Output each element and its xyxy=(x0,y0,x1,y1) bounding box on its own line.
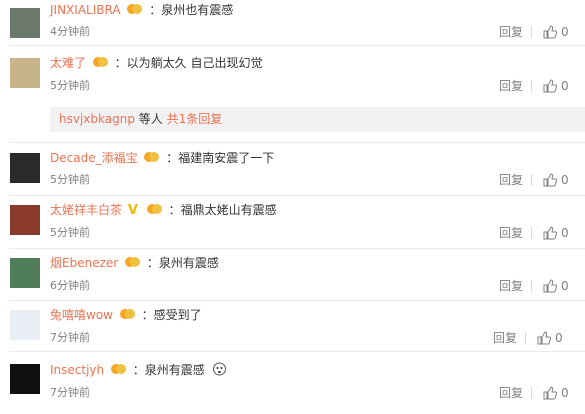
divider xyxy=(10,300,585,301)
thumbs-up-icon[interactable] xyxy=(543,226,557,240)
avatar[interactable] xyxy=(10,258,40,288)
emoji-icon xyxy=(144,152,160,162)
username-link[interactable]: Insectjyh xyxy=(50,363,104,377)
like-count: 0 xyxy=(561,226,569,240)
username-link[interactable]: 太姥祥丰白茶 xyxy=(50,203,122,217)
thumbs-up-icon[interactable] xyxy=(543,25,557,39)
reply-button[interactable]: 回复 xyxy=(499,279,523,293)
divider xyxy=(10,45,585,46)
thumbs-up-icon[interactable] xyxy=(543,173,557,187)
thumbs-up-icon[interactable] xyxy=(543,279,557,293)
sub-reply-box: hsvjxbkagnp 等人 共1条回复 xyxy=(50,107,585,132)
thumbs-up-icon[interactable] xyxy=(543,386,557,400)
comment-text: ：福鼎太姥山有震感 xyxy=(168,203,277,217)
separator xyxy=(525,332,526,344)
separator xyxy=(531,280,532,292)
comment-text: ：泉州有震感 xyxy=(146,256,219,270)
separator xyxy=(531,26,532,38)
divider xyxy=(10,195,585,196)
emoji-icon xyxy=(92,57,108,67)
comment-text: ：福建南安震了一下 xyxy=(166,151,275,165)
comment-text: ：以为躺太久 自己出现幻觉 xyxy=(114,56,263,70)
like-count: 0 xyxy=(561,279,569,293)
username-link[interactable]: 烟Ebenezer xyxy=(50,256,118,270)
reply-button[interactable]: 回复 xyxy=(493,331,517,345)
divider xyxy=(10,248,585,249)
comment-time: 5分钟前 xyxy=(50,226,90,239)
sub-reply-user[interactable]: hsvjxbkagnp xyxy=(59,112,135,126)
reply-button[interactable]: 回复 xyxy=(499,79,523,93)
separator xyxy=(531,80,532,92)
comment-text: ：感受到了 xyxy=(141,308,202,322)
reply-button[interactable]: 回复 xyxy=(499,25,523,39)
like-count: 0 xyxy=(555,331,563,345)
emoji-icon xyxy=(146,204,162,214)
avatar[interactable] xyxy=(10,205,40,235)
sub-reply-link[interactable]: 共1条回复 xyxy=(167,112,223,126)
comment-time: 4分钟前 xyxy=(50,25,90,38)
shocked-face-icon xyxy=(212,362,226,376)
avatar[interactable] xyxy=(10,153,40,183)
like-count: 0 xyxy=(561,386,569,400)
comment-time: 7分钟前 xyxy=(50,331,90,344)
like-count: 0 xyxy=(561,79,569,93)
username-link[interactable]: JINXIALIBRA xyxy=(50,3,121,17)
like-count: 0 xyxy=(561,25,569,39)
sub-reply-mid: 等人 xyxy=(134,112,167,126)
comment-time: 5分钟前 xyxy=(50,173,90,186)
reply-button[interactable]: 回复 xyxy=(499,173,523,187)
comment-time: 6分钟前 xyxy=(50,279,90,292)
comment-time: 7分钟前 xyxy=(50,386,90,399)
like-count: 0 xyxy=(561,173,569,187)
separator xyxy=(531,227,532,239)
reply-button[interactable]: 回复 xyxy=(499,386,523,400)
separator xyxy=(531,174,532,186)
avatar[interactable] xyxy=(10,58,40,88)
separator xyxy=(531,387,532,399)
verified-badge: V xyxy=(127,203,138,218)
username-link[interactable]: 兔嘻嘻wow xyxy=(50,308,113,322)
username-link[interactable]: Decade_添福宝 xyxy=(50,151,138,165)
thumbs-up-icon[interactable] xyxy=(537,331,551,345)
comment-text: ：泉州有震感 xyxy=(132,363,205,377)
avatar[interactable] xyxy=(10,364,40,394)
divider xyxy=(10,142,585,143)
divider xyxy=(10,351,585,352)
comment-text: ：泉州也有震感 xyxy=(149,3,234,17)
reply-button[interactable]: 回复 xyxy=(499,226,523,240)
emoji-icon xyxy=(127,4,143,14)
emoji-icon xyxy=(125,257,141,267)
emoji-icon xyxy=(110,364,126,374)
thumbs-up-icon[interactable] xyxy=(543,79,557,93)
avatar[interactable] xyxy=(10,310,40,340)
emoji-icon xyxy=(119,309,135,319)
username-link[interactable]: 太难了 xyxy=(50,56,86,70)
avatar[interactable] xyxy=(10,8,40,38)
comment-time: 5分钟前 xyxy=(50,79,90,92)
